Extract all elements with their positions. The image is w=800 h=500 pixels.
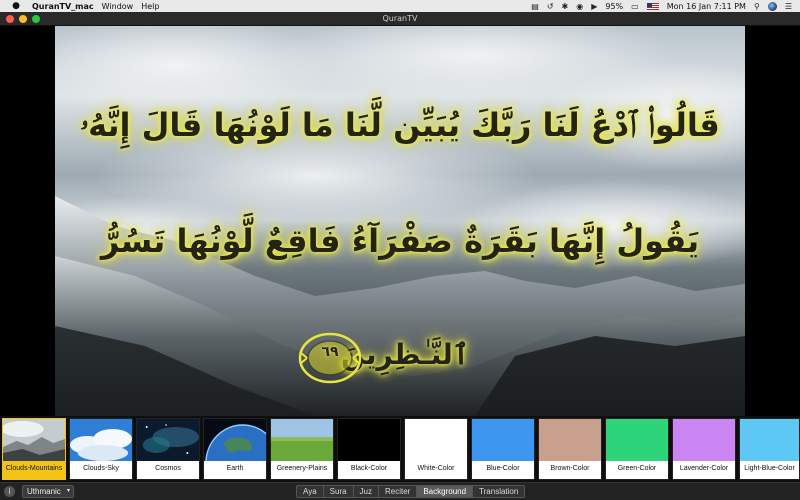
background-tile-label: Brown-Color bbox=[550, 465, 590, 472]
ayah-number: ٦٩ bbox=[321, 344, 339, 360]
notification-center-icon[interactable]: ☰ bbox=[785, 2, 792, 11]
script-style-select[interactable]: Uthmanic ▾ bbox=[22, 485, 74, 498]
verse-line-2: يَقُولُ إِنَّهَا بَقَرَةٌ صَفْرَآءُ فَاق… bbox=[100, 222, 700, 260]
chevron-updown-icon: ▾ bbox=[66, 488, 70, 494]
greenery-plains-thumbnail bbox=[271, 419, 333, 461]
bottom-toolbar: i Uthmanic ▾ Aya Sura Juz Reciter Backgr… bbox=[0, 482, 800, 500]
background-tile-label: Clouds-Sky bbox=[83, 465, 119, 472]
menu-window[interactable]: Window bbox=[102, 2, 134, 11]
clouds-mountains-thumbnail bbox=[3, 419, 65, 461]
tab-background[interactable]: Background bbox=[417, 486, 474, 497]
color-swatch bbox=[472, 419, 534, 461]
color-swatch bbox=[673, 419, 735, 461]
background-tile-clouds-mountains[interactable]: Clouds-Mountains bbox=[2, 418, 66, 480]
siri-icon[interactable] bbox=[767, 1, 777, 11]
clouds-sky-thumbnail bbox=[70, 419, 132, 461]
window-titlebar: QuranTV bbox=[0, 12, 800, 26]
background-tile-label: Light-Blue-Color bbox=[744, 465, 795, 472]
background-tile-label: Black-Color bbox=[350, 465, 388, 472]
background-tile-label: Cosmos bbox=[155, 465, 181, 472]
tab-sura[interactable]: Sura bbox=[323, 486, 354, 497]
menu-app-name[interactable]: QuranTV_mac bbox=[32, 2, 94, 11]
verse-display: قَالُوا۟ ٱدْعُ لَنَا رَبَّكَ يُبَيِّن لَ… bbox=[55, 26, 745, 416]
background-picker: Clouds-Mountains Clouds-Sky Cosmos Earth bbox=[0, 416, 800, 482]
background-tile-cosmos[interactable]: Cosmos bbox=[136, 418, 200, 480]
airplay-icon[interactable]: ▤ bbox=[531, 2, 539, 11]
battery-icon[interactable]: ▭ bbox=[631, 2, 639, 11]
spotlight-search-icon[interactable]: ⚲ bbox=[754, 2, 760, 11]
info-icon[interactable]: i bbox=[4, 486, 15, 497]
background-tile-label: Greenery-Plains bbox=[276, 465, 328, 472]
background-tile-green-color[interactable]: Green-Color bbox=[605, 418, 669, 480]
tab-translation[interactable]: Translation bbox=[473, 486, 525, 497]
background-tile-blue-color[interactable]: Blue-Color bbox=[471, 418, 535, 480]
wifi-icon[interactable]: ◉ bbox=[576, 2, 583, 11]
background-tile-label: Blue-Color bbox=[486, 465, 520, 472]
background-tile-clouds-sky[interactable]: Clouds-Sky bbox=[69, 418, 133, 480]
color-swatch bbox=[338, 419, 400, 461]
verse-line-1: قَالُوا۟ ٱدْعُ لَنَا رَبَّكَ يُبَيِّن لَ… bbox=[80, 106, 720, 144]
tab-reciter[interactable]: Reciter bbox=[379, 486, 418, 497]
status-area: ▤ ↺ ✱ ◉ ▶ 95% ▭ Mon 16 Jan 7:11 PM ⚲ ☰ bbox=[531, 1, 792, 11]
input-source-flag-icon[interactable] bbox=[646, 2, 659, 10]
background-tile-greenery-plains[interactable]: Greenery-Plains bbox=[270, 418, 334, 480]
background-tile-label: Earth bbox=[226, 465, 244, 472]
background-tile-label: White-Color bbox=[417, 465, 455, 472]
color-swatch bbox=[606, 419, 668, 461]
background-tile-light-blue-color[interactable]: Light-Blue-Color bbox=[739, 418, 800, 480]
menu-bar: ● QuranTV_mac Window Help ▤ ↺ ✱ ◉ ▶ 95% … bbox=[0, 0, 800, 12]
background-tile-label: Green-Color bbox=[617, 465, 657, 472]
window-title: QuranTV bbox=[382, 14, 418, 23]
background-tile-earth[interactable]: Earth bbox=[203, 418, 267, 480]
background-tile-label: Clouds-Mountains bbox=[5, 465, 63, 472]
apple-menu-icon[interactable]: ● bbox=[10, 1, 22, 11]
time-machine-icon[interactable]: ↺ bbox=[547, 2, 554, 11]
color-swatch bbox=[740, 419, 799, 461]
earth-thumbnail bbox=[204, 419, 266, 461]
cosmos-thumbnail bbox=[137, 419, 199, 461]
settings-tabs: Aya Sura Juz Reciter Background Translat… bbox=[296, 485, 526, 498]
verse-line-3: ٱلنَّـٰظِرِينَ bbox=[340, 338, 470, 371]
background-tile-white-color[interactable]: White-Color bbox=[404, 418, 468, 480]
battery-percent: 95% bbox=[605, 1, 624, 11]
background-tile-brown-color[interactable]: Brown-Color bbox=[538, 418, 602, 480]
background-tile-lavender-color[interactable]: Lavender-Color bbox=[672, 418, 736, 480]
volume-icon[interactable]: ▶ bbox=[591, 2, 597, 11]
tab-aya[interactable]: Aya bbox=[297, 486, 324, 497]
clock[interactable]: Mon 16 Jan 7:11 PM bbox=[667, 2, 746, 11]
menu-help[interactable]: Help bbox=[141, 2, 159, 11]
bluetooth-icon[interactable]: ✱ bbox=[562, 2, 569, 11]
script-style-value: Uthmanic bbox=[27, 487, 61, 496]
color-swatch bbox=[539, 419, 601, 461]
background-tile-black-color[interactable]: Black-Color bbox=[337, 418, 401, 480]
tab-juz[interactable]: Juz bbox=[353, 486, 379, 497]
background-tile-label: Lavender-Color bbox=[679, 465, 729, 472]
color-swatch bbox=[405, 419, 467, 461]
